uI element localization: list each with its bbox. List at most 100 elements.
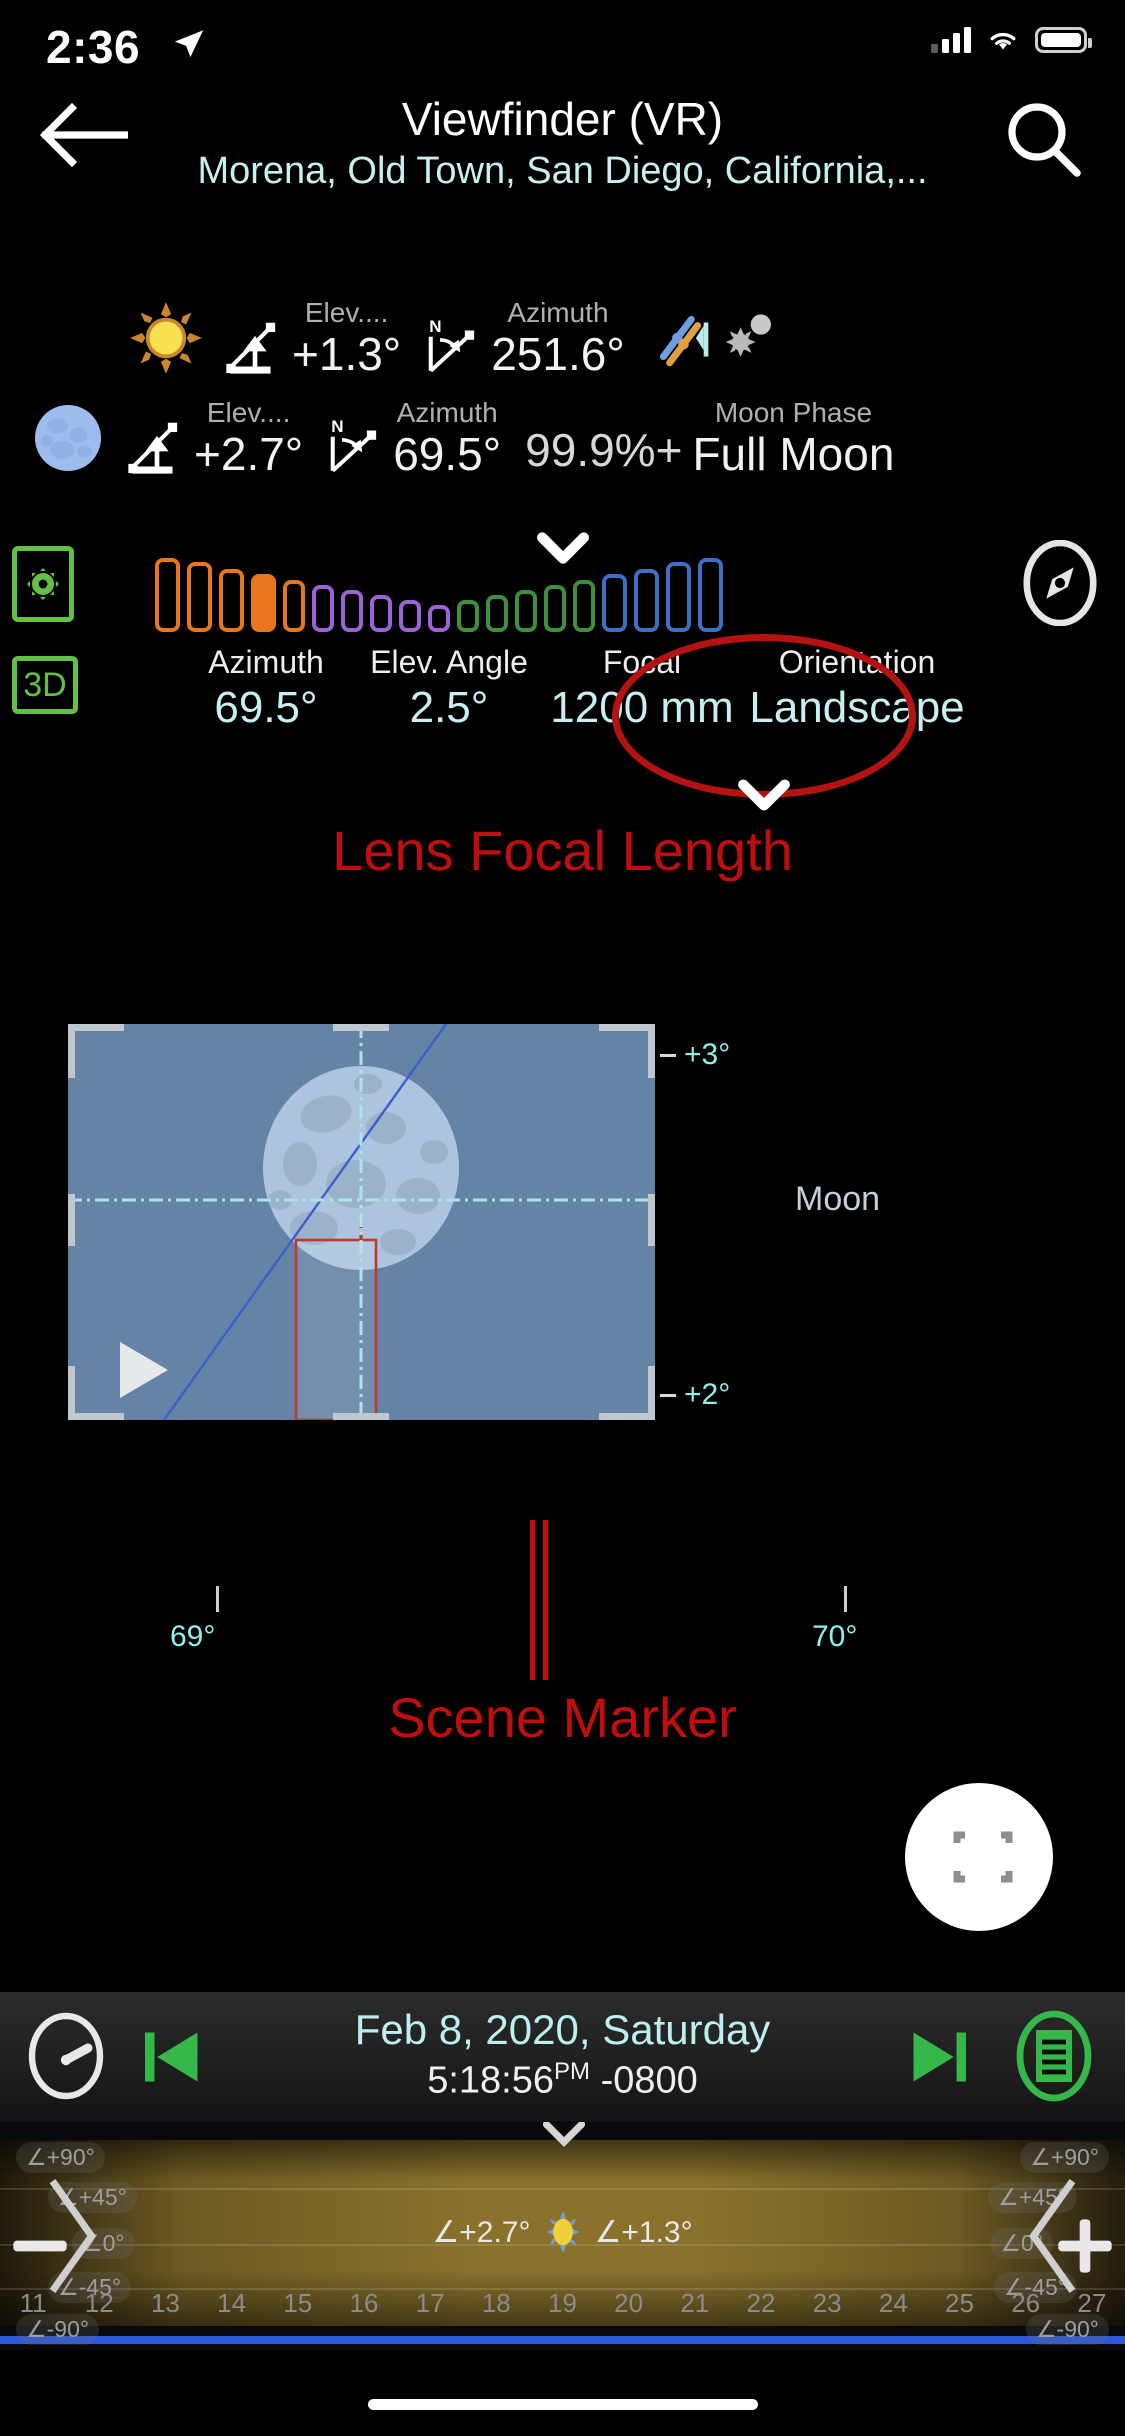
readout-elev-value: 2.5°	[409, 683, 489, 732]
page-title: Viewfinder (VR)	[401, 93, 724, 145]
tick-mark	[660, 1393, 676, 1397]
sun-elevation-value: +1.3°	[292, 328, 402, 380]
focal-bar[interactable]	[515, 590, 537, 632]
elevation-angle-icon	[128, 422, 178, 474]
focal-bar[interactable]	[219, 569, 244, 632]
focal-length-strip[interactable]	[0, 532, 1125, 632]
readout-elev-angle[interactable]: Elev. Angle 2.5°	[356, 646, 542, 730]
timeline-gridline	[0, 2188, 1125, 2190]
timeline-hour-label: 24	[878, 2288, 908, 2318]
toolbar-time-value: 5:18:56	[427, 2059, 555, 2102]
timeline-hour-label: 17	[415, 2288, 445, 2318]
status-bar: 2:36	[0, 0, 1125, 90]
skip-next-icon[interactable]	[903, 2022, 973, 2092]
chevron-down-icon[interactable]	[537, 528, 589, 568]
timeline-center-readout: ∠+2.7° ∠+1.3°	[0, 2210, 1125, 2254]
timeline-hour-label: 16	[349, 2288, 379, 2318]
viewfinder-scene[interactable]	[68, 1024, 655, 1420]
fullscreen-button[interactable]	[905, 1783, 1053, 1931]
viewfinder-readout[interactable]: 3D Azimuth 69.5° Elev. Angle 2.5° Focal …	[0, 634, 1125, 811]
moon-info-row[interactable]: Elev.... +2.7° N Azimuth 69.5° 99.9%+ Mo…	[0, 396, 1125, 480]
timeline-hour-label: 13	[150, 2288, 180, 2318]
moon-phase: Moon Phase Full Moon	[692, 397, 895, 480]
annotation-focal-length: Lens Focal Length	[332, 819, 793, 882]
focal-bar[interactable]	[428, 605, 450, 632]
focal-bar[interactable]	[457, 600, 479, 632]
focal-bar[interactable]	[283, 580, 305, 632]
timeline-hour-label: 25	[945, 2288, 974, 2318]
sun-icon	[130, 302, 202, 374]
search-icon[interactable]	[1003, 100, 1083, 180]
focal-bar[interactable]	[187, 562, 212, 632]
svg-text:N: N	[331, 417, 343, 436]
compass-icon[interactable]	[1017, 540, 1103, 626]
elev-tick-plus3-label: +3°	[684, 1038, 731, 1071]
sun-elevation-caption: Elev....	[304, 297, 389, 328]
readout-elev-caption: Elev. Angle	[370, 644, 528, 680]
sun-tool-icons[interactable]	[651, 307, 773, 369]
threed-toggle-button[interactable]: 3D	[12, 656, 78, 714]
focal-bar[interactable]	[370, 595, 392, 632]
timeline-hour-label: 19	[548, 2288, 577, 2318]
home-indicator[interactable]	[367, 2399, 758, 2410]
focal-bar[interactable]	[544, 585, 566, 632]
moon-phase-value: Full Moon	[692, 428, 895, 480]
tick-mark	[660, 1053, 676, 1057]
focal-bar[interactable]	[312, 585, 334, 632]
focal-bar[interactable]	[602, 574, 627, 632]
readout-azimuth-caption: Azimuth	[208, 644, 324, 680]
moon-phase-caption: Moon Phase	[714, 397, 873, 428]
focal-bar[interactable]	[698, 558, 723, 632]
timeline-hour-label: 14	[217, 2288, 247, 2318]
timeline-hour-labels[interactable]: 11 12 13 14 15 16 17 18 19 20 21 22 23 24 25 26 27	[0, 2288, 1125, 2319]
sun-position-icon[interactable]	[719, 311, 773, 365]
focal-bar[interactable]	[666, 562, 691, 632]
chevron-down-icon[interactable]	[540, 2122, 588, 2150]
timeline-strip[interactable]: ∠+90° ∠+45° ∠0° ∠-45° ∠-90° ∠+90° ∠+45° …	[0, 2122, 1125, 2350]
sun-azimuth: Azimuth 251.6°	[491, 299, 625, 380]
moon-azimuth-caption: Azimuth	[396, 397, 498, 428]
shadow-ratio-icon[interactable]	[651, 307, 713, 369]
moon-elevation-value: +2.7°	[194, 428, 304, 480]
moon-illumination-value: 99.9%+	[525, 424, 683, 476]
battery-icon	[1035, 26, 1092, 53]
page-subtitle[interactable]: Morena, Old Town, San Diego, California,…	[0, 150, 1125, 193]
sun-azimuth-value: 251.6°	[491, 328, 625, 380]
moon-elevation-caption: Elev....	[206, 397, 291, 428]
nav-header: Viewfinder (VR) Morena, Old Town, San Di…	[0, 92, 1125, 192]
timeline-left-label-plus90: ∠+90°	[16, 2142, 105, 2173]
timeline-hour-label: 26	[1011, 2288, 1041, 2318]
timeline-hour-label: 15	[283, 2288, 313, 2318]
sun-icon	[546, 2211, 579, 2253]
azimuth-tick-69-mark	[216, 1586, 219, 1612]
readout-azimuth-value: 69.5°	[214, 683, 318, 732]
timeline-hour-label: 27	[1077, 2288, 1107, 2318]
focal-bar[interactable]	[399, 600, 421, 632]
focal-bar[interactable]	[486, 595, 508, 632]
focal-bar[interactable]	[634, 569, 659, 632]
gear-icon[interactable]	[12, 546, 74, 622]
azimuth-north-icon: N	[330, 417, 377, 473]
elev-tick-plus2-label: +2°	[684, 1378, 731, 1411]
sun-elevation: Elev.... +1.3°	[292, 297, 402, 380]
focal-bar[interactable]	[251, 574, 276, 632]
azimuth-tick-69-label: 69°	[170, 1620, 216, 1653]
moon-icon	[35, 405, 101, 471]
status-bar-indicators	[931, 26, 1092, 53]
moon-scene-label: Moon	[795, 1180, 881, 1218]
sun-info-row[interactable]: Elev.... +1.3° N Azimuth 251.6°	[0, 296, 1125, 380]
timeline-sun-elev: ∠+1.3°	[594, 2215, 693, 2249]
focal-bar[interactable]	[341, 590, 363, 632]
status-bar-time: 2:36	[46, 21, 141, 73]
timeline-hour-label: 22	[746, 2288, 776, 2318]
list-icon[interactable]	[1009, 2010, 1099, 2102]
timeline-hour-label: 21	[680, 2288, 710, 2318]
moon-azimuth-value: 69.5°	[393, 428, 502, 480]
annotation-scene-marker: Scene Marker	[388, 1686, 737, 1749]
focal-bar[interactable]	[155, 558, 180, 632]
focal-bar[interactable]	[573, 580, 595, 632]
chevron-down-icon[interactable]	[738, 776, 790, 814]
readout-azimuth[interactable]: Azimuth 69.5°	[176, 646, 356, 730]
fullscreen-icon	[953, 1831, 1013, 1883]
timeline-right-label-plus90: ∠+90°	[1020, 2142, 1109, 2173]
